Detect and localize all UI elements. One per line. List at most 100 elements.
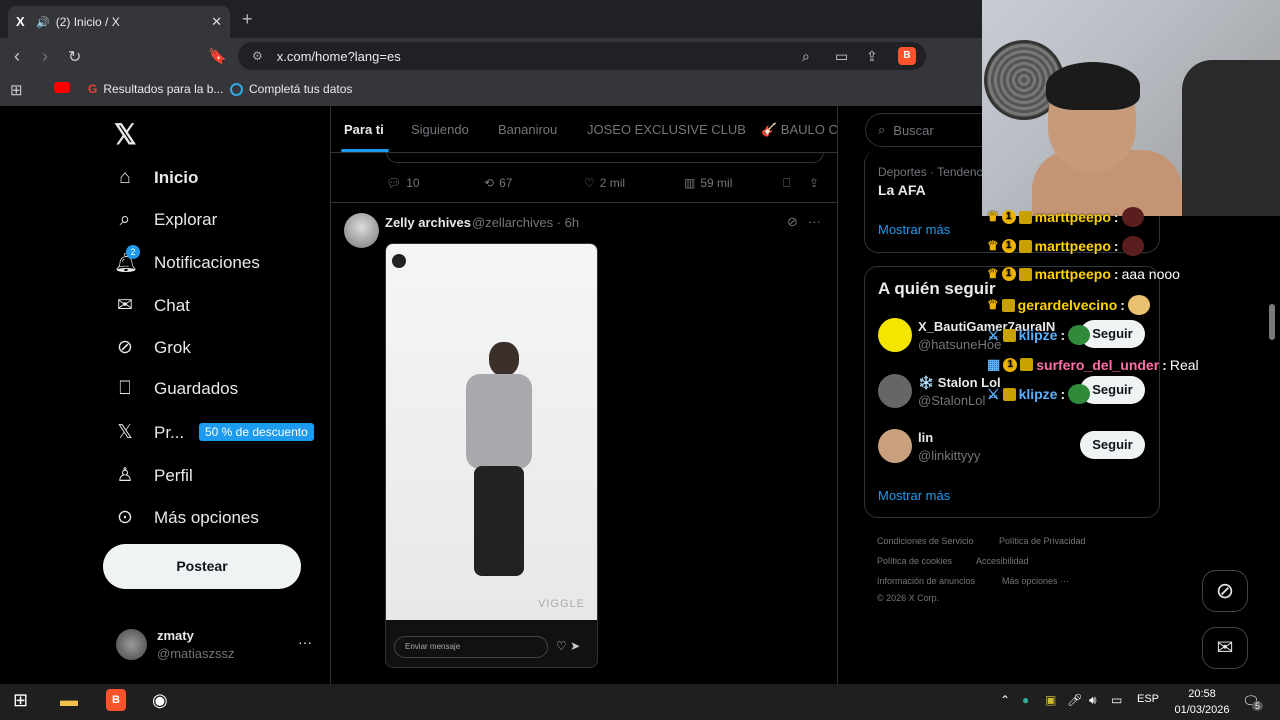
send-message-input[interactable]: Enviar mensaje: [394, 636, 548, 658]
volume-icon[interactable]: 🔊︎: [1089, 693, 1097, 708]
grok-icon[interactable]: ⊘: [787, 214, 798, 230]
tab-joseo-club[interactable]: JOSEO EXCLUSIVE CLUB: [587, 122, 746, 137]
tweet-author-name[interactable]: Zelly archives: [385, 215, 471, 230]
badge-icon: [1001, 298, 1015, 312]
suggestion-avatar[interactable]: [878, 318, 912, 352]
account-more-icon[interactable]: ···: [298, 634, 312, 650]
bookmark-complete-data[interactable]: Completá tus datos: [230, 82, 352, 96]
footer-link[interactable]: Más opciones ···: [1002, 576, 1069, 586]
nav-chat[interactable]: ✉ Chat: [114, 294, 190, 317]
footer-link[interactable]: Condiciones de Servicio: [877, 536, 974, 546]
network-icon[interactable]: ▭: [1111, 693, 1122, 707]
footer-link[interactable]: Política de cookies: [877, 556, 952, 566]
share-icon: ⇪: [809, 176, 820, 190]
forward-icon[interactable]: ›: [42, 46, 48, 67]
obs-icon[interactable]: ◉: [152, 690, 168, 711]
show-more-suggestions[interactable]: Mostrar más: [878, 488, 950, 503]
share-icon[interactable]: ⇪: [866, 48, 878, 65]
x-premium-icon: 𝕏: [117, 422, 133, 443]
microphone-icon[interactable]: 🎤︎: [1067, 693, 1082, 707]
tray-app-icon[interactable]: ●: [1022, 693, 1029, 707]
chat-message: ⚔ klipze:: [987, 384, 1091, 404]
speaker-icon[interactable]: 🔊: [36, 16, 50, 29]
tab-baulo[interactable]: 🎸 BAULO CL: [761, 122, 837, 138]
footer-link[interactable]: Política de Privacidad: [999, 536, 1086, 546]
webcam-overlay: [982, 0, 1280, 216]
nav-profile[interactable]: ♙ Perfil: [114, 464, 192, 487]
new-tab-icon[interactable]: +: [242, 9, 253, 30]
nav-home[interactable]: ⌂ Inicio: [114, 167, 198, 189]
suggestion-avatar[interactable]: [878, 429, 912, 463]
bookmark-youtube[interactable]: [54, 82, 70, 93]
views-action[interactable]: ▥ 59 mil: [684, 176, 732, 190]
post-button[interactable]: Postear: [103, 544, 301, 589]
site-info-icon[interactable]: ⚙: [252, 49, 263, 63]
account-name[interactable]: zmaty: [157, 628, 194, 643]
tray-expand-icon[interactable]: ⌃: [1000, 693, 1010, 707]
file-explorer-icon[interactable]: ▬: [60, 690, 78, 711]
nav-explore[interactable]: ⌕ Explorar: [114, 209, 218, 231]
grok-fab-icon[interactable]: ⊘: [1202, 570, 1248, 612]
reply-action[interactable]: 💬︎ 10: [386, 176, 420, 190]
bookmark-page-icon[interactable]: 🔖: [208, 47, 227, 65]
zoom-search-icon[interactable]: ⌕: [802, 48, 810, 65]
windows-start-icon[interactable]: ⊞: [13, 690, 28, 711]
language-indicator[interactable]: ESP: [1137, 693, 1159, 705]
notification-count: 5: [1252, 701, 1264, 711]
copyright: © 2026 X Corp.: [877, 593, 940, 603]
show-more-trends[interactable]: Mostrar más: [878, 222, 950, 237]
brave-shield-icon[interactable]: B: [898, 47, 916, 65]
nav-more[interactable]: ⊙ Más opciones: [114, 506, 259, 529]
chat-message: ⚔ klipze:: [987, 325, 1091, 345]
save-action[interactable]: ⎕: [783, 176, 790, 191]
tab-bananirou[interactable]: Bananirou: [498, 122, 557, 137]
address-bar[interactable]: ⚙ x.com/home?lang=es: [238, 42, 926, 70]
column-divider: [330, 106, 331, 684]
tray-app-icon[interactable]: ▣: [1045, 693, 1056, 707]
crown-icon: ♛: [987, 238, 999, 253]
crown-icon: ♛: [987, 266, 999, 281]
like-action[interactable]: ♡ 2 mil: [584, 176, 625, 190]
back-icon[interactable]: ‹: [14, 46, 20, 67]
nav-bookmarks[interactable]: ⎕ Guardados: [114, 378, 238, 400]
footer-link[interactable]: Accesibilidad: [976, 556, 1029, 566]
nav-premium[interactable]: 𝕏 Pr...: [114, 421, 184, 444]
story-avatar: [392, 254, 406, 268]
google-icon: G: [88, 82, 98, 96]
badge-icon: [1002, 387, 1016, 401]
suggestion-name[interactable]: lin: [918, 430, 933, 445]
repost-action[interactable]: ⟲ 67: [484, 176, 512, 190]
emote-icon: [1127, 295, 1150, 315]
tweet-author-avatar[interactable]: [344, 213, 379, 248]
bookmark-google-results[interactable]: G Resultados para la b...: [88, 82, 223, 96]
suggestion-handle: @StalonLol: [918, 393, 986, 408]
tab-following[interactable]: Siguiendo: [411, 122, 469, 137]
follow-button[interactable]: Seguir: [1080, 431, 1145, 459]
cast-icon[interactable]: ▭: [835, 48, 848, 65]
apps-grid-icon[interactable]: ⊞: [10, 81, 23, 99]
nav-grok[interactable]: ⊘ Grok: [114, 336, 191, 359]
heart-send-icons[interactable]: ♡ ➤: [556, 639, 580, 653]
close-tab-icon[interactable]: ✕: [211, 14, 222, 30]
messages-fab-icon[interactable]: ✉: [1202, 627, 1248, 669]
search-icon: ⌕: [878, 122, 886, 137]
browser-tab[interactable]: X 🔊 (2) Inicio / X ✕: [8, 6, 230, 38]
nav-notifications[interactable]: 🔔︎ 2 Notificaciones: [114, 245, 260, 275]
taskbar-clock[interactable]: 20:58 01/03/2026: [1172, 686, 1232, 718]
account-avatar[interactable]: [116, 629, 147, 660]
brave-taskbar-icon[interactable]: B: [106, 689, 126, 711]
share-action[interactable]: ⇪: [809, 176, 819, 190]
tweet-media[interactable]: VIGGLE Enviar mensaje ♡ ➤: [385, 243, 598, 668]
x-logo-icon[interactable]: 𝕏: [114, 118, 137, 151]
chat-message: ♛ 1 marttpeepo: aaa nooo: [987, 266, 1180, 282]
more-icon[interactable]: ···: [808, 214, 821, 229]
reload-icon[interactable]: ↻: [68, 47, 81, 67]
bell-icon: 🔔︎ 2: [114, 245, 140, 274]
scrollbar[interactable]: [1269, 304, 1275, 340]
premium-discount-badge[interactable]: 50 % de descuento: [199, 423, 314, 441]
badge-icon: 1: [1001, 239, 1016, 253]
footer-link[interactable]: Información de anuncios: [877, 576, 975, 586]
trend-name[interactable]: La AFA: [878, 182, 926, 198]
tab-for-you[interactable]: Para ti: [344, 122, 384, 137]
suggestion-avatar[interactable]: [878, 374, 912, 408]
